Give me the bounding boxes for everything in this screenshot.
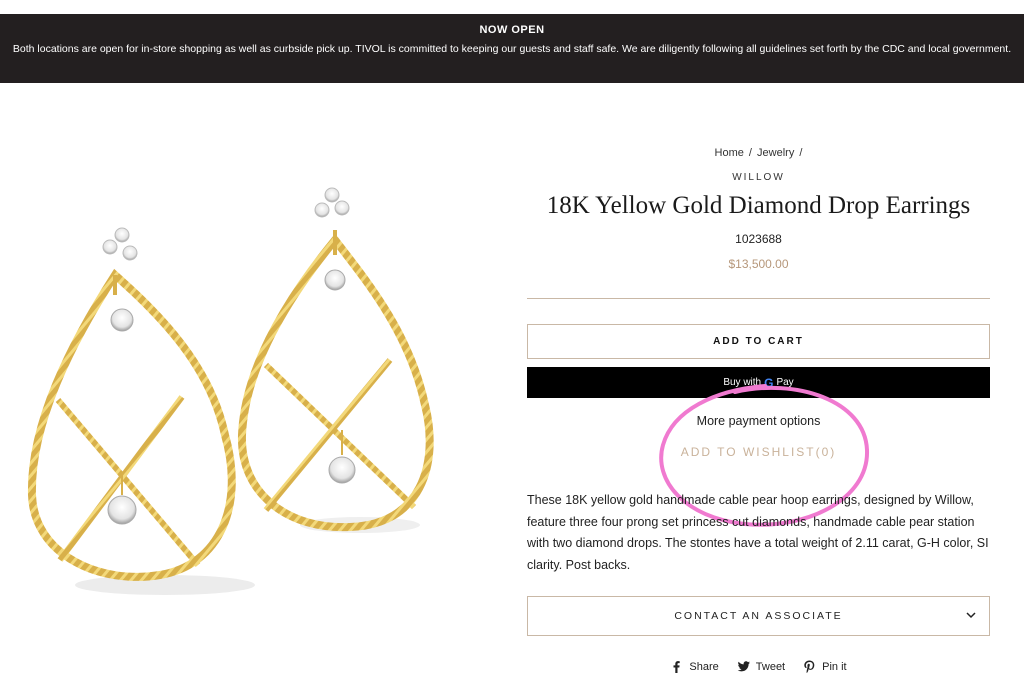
product-vendor[interactable]: WILLOW <box>527 172 990 183</box>
share-pinterest-label: Pin it <box>822 660 847 673</box>
announcement-title: NOW OPEN <box>479 24 545 36</box>
product-price: $13,500.00 <box>728 257 789 271</box>
share-twitter-button[interactable]: Tweet <box>737 660 785 673</box>
breadcrumb-jewelry[interactable]: Jewelry <box>757 147 794 159</box>
google-pay-button[interactable]: Buy with G Pay <box>527 367 990 398</box>
facebook-icon <box>673 661 681 673</box>
social-share-row: Share Tweet Pin it <box>527 660 990 673</box>
announcement-bar: NOW OPEN Both locations are open for in-… <box>0 14 1024 83</box>
product-description: These 18K yellow gold handmade cable pea… <box>527 493 989 572</box>
contact-label: CONTACT AN ASSOCIATE <box>674 610 843 622</box>
product-title: 18K Yellow Gold Diamond Drop Earrings <box>546 192 971 219</box>
announcement-text: Both locations are open for in-store sho… <box>12 43 1012 55</box>
share-twitter-label: Tweet <box>755 660 786 673</box>
google-g-icon: G <box>764 375 774 390</box>
add-to-wishlist-button[interactable]: ADD TO WISHLIST(0) <box>527 445 990 459</box>
pinterest-icon <box>804 660 815 673</box>
chevron-down-icon <box>966 612 976 619</box>
breadcrumb-separator: / <box>748 147 752 159</box>
share-pinterest-button[interactable]: Pin it <box>803 660 847 673</box>
breadcrumb: Home / Jewelry / <box>527 147 990 159</box>
breadcrumb-separator: / <box>799 147 803 159</box>
breadcrumb-home[interactable]: Home <box>715 147 744 159</box>
more-payment-options-link[interactable]: More payment options <box>527 414 990 428</box>
product-sku: 1023688 <box>735 232 782 246</box>
divider <box>527 298 990 299</box>
top-strip <box>0 0 1024 14</box>
gpay-suffix: Pay <box>776 377 794 388</box>
share-facebook-label: Share <box>689 660 719 673</box>
add-to-cart-button[interactable]: ADD TO CART <box>527 324 990 359</box>
share-facebook-button[interactable]: Share <box>670 660 719 673</box>
earrings-image <box>27 187 434 595</box>
contact-associate-button[interactable]: CONTACT AN ASSOCIATE <box>527 596 990 636</box>
gpay-prefix: Buy with <box>723 377 762 388</box>
twitter-icon <box>737 661 750 672</box>
